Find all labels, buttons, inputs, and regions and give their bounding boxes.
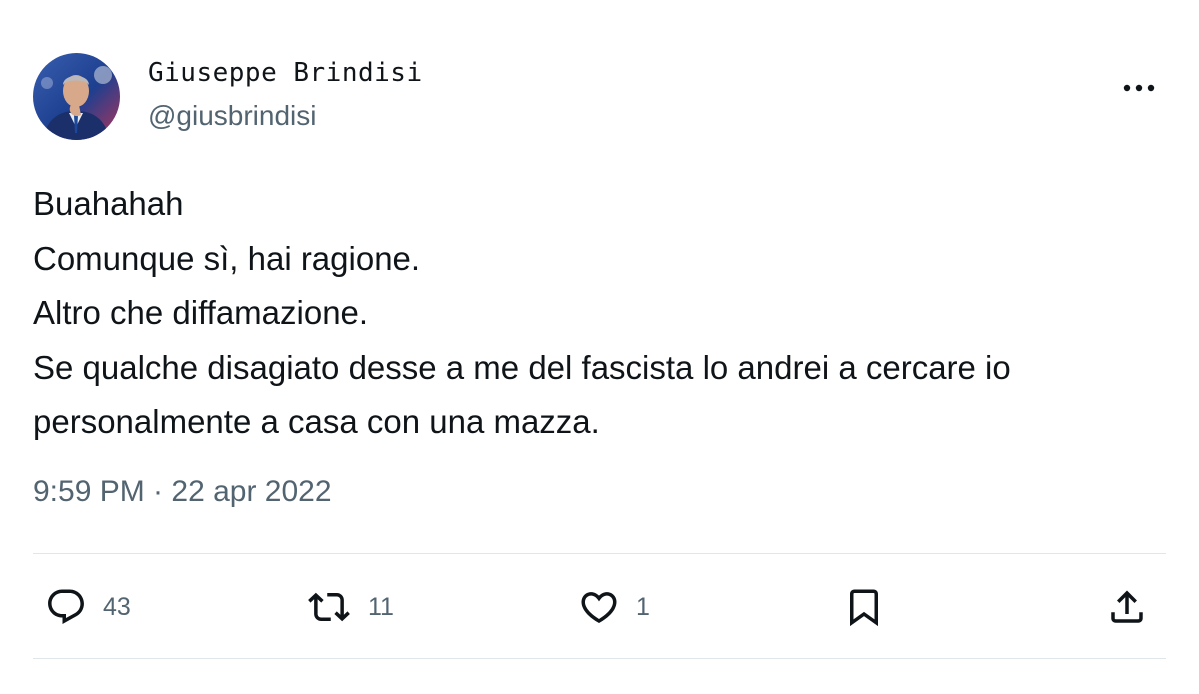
reply-button[interactable]: 43 [45,584,131,630]
tweet-line: Buahahah [33,185,184,222]
tweet-timestamp[interactable]: 9:59 PM · 22 apr 2022 [33,475,332,509]
user-handle[interactable]: @giusbrindisi [148,100,317,132]
retweet-button[interactable]: 11 [306,584,394,630]
share-button[interactable] [1106,584,1148,630]
bookmark-button[interactable] [843,584,885,630]
tweet-line: Comunque sì, hai ragione. [33,239,421,277]
more-options-button[interactable] [1116,70,1162,106]
more-icon [1123,84,1155,92]
display-name[interactable]: Giuseppe Brindisi [148,58,423,88]
divider [33,658,1166,659]
avatar-image [33,53,120,140]
avatar[interactable] [33,53,120,140]
reply-icon [48,589,84,624]
retweet-icon [308,592,350,622]
reply-count: 43 [103,592,131,621]
like-count: 1 [636,592,650,621]
bookmark-icon [850,589,878,627]
divider [33,553,1166,554]
like-button[interactable]: 1 [578,584,650,630]
tweet-line: Altro che diffamazione. [33,294,369,331]
tweet-text: Buahahah Comunque sì, hai ragione. Altro… [33,177,1183,450]
retweet-count: 11 [368,592,394,621]
share-icon [1111,590,1143,623]
heart-icon [581,592,617,624]
tweet-line: Se qualche disagiato desse a me del fasc… [33,348,1011,386]
tweet-line: personalmente a casa con una mazza. [33,403,600,440]
